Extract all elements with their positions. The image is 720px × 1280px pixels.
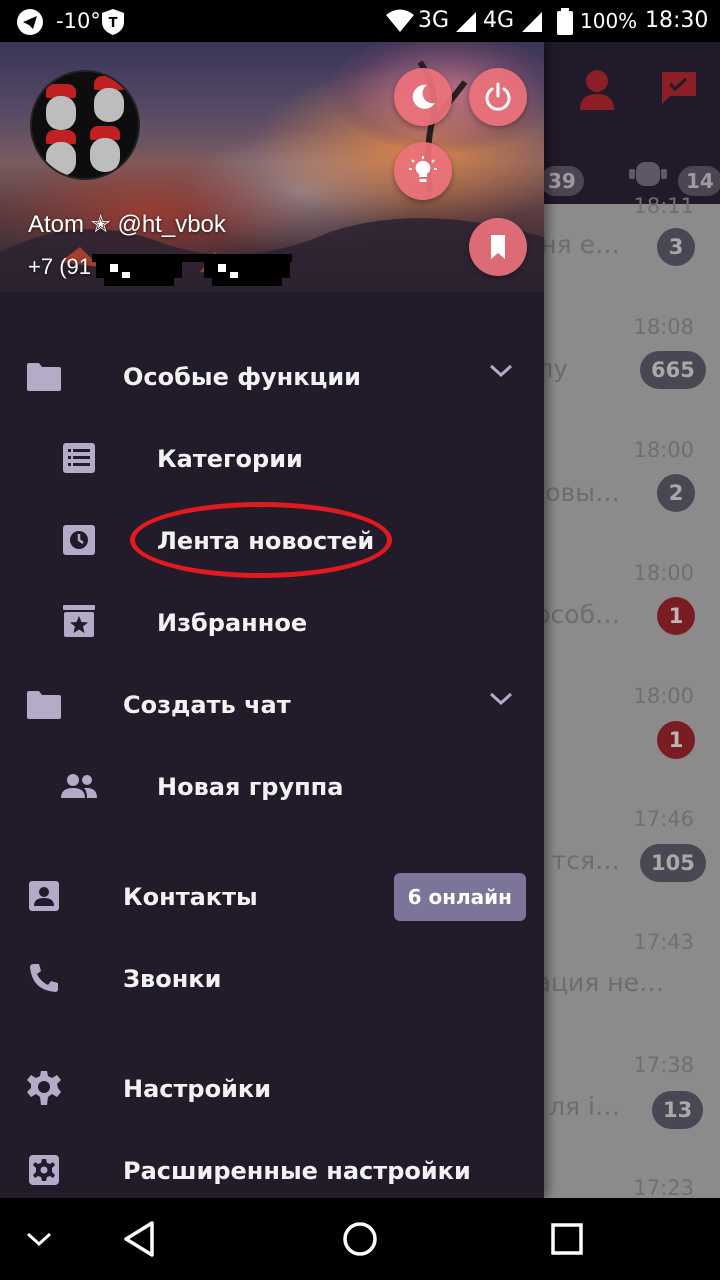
back-icon[interactable] (122, 1220, 158, 1258)
unread-badge: 3 (657, 228, 695, 266)
user-name: Atom ✭ @ht_vbok (28, 211, 226, 238)
unread-badge: 2 (657, 474, 695, 512)
battery-percent: 100% (580, 9, 638, 33)
settings-icon (27, 1071, 61, 1105)
menu-label: Настройки (123, 1075, 272, 1103)
chat-time: 18:11 (633, 194, 694, 218)
chevron-down-icon[interactable] (24, 1226, 54, 1252)
menu-section-create-chat[interactable]: Создать чат (0, 664, 544, 746)
temperature: -10° (56, 9, 101, 33)
drawer-header: Atom ✭ @ht_vbok +7 (91 (0, 42, 544, 292)
online-count-badge: 6 онлайн (393, 873, 526, 921)
battery-icon (557, 8, 573, 35)
chat-time: 18:08 (633, 315, 694, 339)
unread-badge: 1 (657, 721, 695, 759)
menu-label: Новая группа (157, 773, 344, 801)
chat-time: 17:46 (633, 807, 694, 831)
menu-item-advanced-settings[interactable]: Расширенные настройки (0, 1130, 544, 1198)
user-phone: +7 (91 (28, 254, 91, 279)
home-icon[interactable] (340, 1219, 380, 1259)
menu-label: Контакты (123, 883, 258, 911)
phone-icon (30, 964, 58, 992)
system-navigation-bar (0, 1198, 720, 1280)
power-icon (485, 82, 511, 111)
unread-badge: 1 (657, 597, 695, 635)
menu-label: Лента новостей (157, 527, 375, 555)
lightbulb-icon (409, 156, 437, 182)
bookmark-icon (491, 235, 505, 259)
svg-text:T: T (109, 16, 118, 31)
chat-time: 18:00 (633, 561, 694, 585)
chevron-down-icon[interactable] (488, 360, 514, 380)
chat-time: 17:23 (633, 1176, 694, 1198)
tab-badge: 39 (540, 166, 584, 196)
folder-icon (27, 691, 61, 719)
chat-time: 18:00 (633, 438, 694, 462)
saved-messages-button[interactable] (469, 218, 527, 276)
menu-label: Расширенные настройки (123, 1157, 471, 1185)
chat-time: 17:43 (633, 930, 694, 954)
menu-item-settings[interactable]: Настройки (0, 1048, 544, 1130)
menu-item-categories[interactable]: Категории (0, 418, 544, 500)
chat-time: 18:00 (633, 684, 694, 708)
menu-label: Категории (157, 445, 303, 473)
night-mode-icon (412, 84, 435, 109)
menu-item-contacts[interactable]: Контакты 6 онлайн (0, 856, 544, 938)
censor-glasses-sticker (92, 254, 292, 286)
navigation-drawer: Atom ✭ @ht_vbok +7 (91 Особые функции Ка… (0, 42, 544, 1198)
tab-badge: 14 (678, 166, 720, 196)
power-button[interactable] (469, 68, 527, 126)
menu-item-favorites[interactable]: Избранное (0, 582, 544, 664)
signal-icon (522, 12, 542, 32)
unread-badge: 105 (640, 844, 706, 882)
read-all-icon[interactable] (660, 70, 698, 106)
status-bar: -10° T 3G 4G 100% 18:30 (0, 0, 720, 42)
unread-badge: 13 (652, 1091, 704, 1129)
avatar[interactable] (30, 70, 140, 180)
menu-section-special-features[interactable]: Особые функции (0, 336, 544, 418)
wifi-icon (386, 9, 414, 32)
list-icon (63, 443, 95, 473)
recents-icon[interactable] (550, 1222, 584, 1256)
shield-t-icon: T (102, 9, 124, 35)
menu-item-new-group[interactable]: Новая группа (0, 746, 544, 828)
chevron-down-icon[interactable] (488, 688, 514, 708)
bot-icon[interactable] (628, 158, 668, 192)
advanced-settings-icon (29, 1155, 59, 1185)
profile-icon[interactable] (578, 68, 616, 110)
menu-label: Избранное (157, 609, 308, 637)
telegram-icon (17, 9, 43, 35)
menu-label: Особые функции (123, 363, 361, 391)
clock: 18:30 (645, 8, 709, 33)
network-3g: 3G (418, 8, 450, 33)
night-mode-button[interactable] (394, 68, 452, 126)
unread-badge: 665 (640, 351, 706, 389)
menu-label: Звонки (123, 965, 222, 993)
menu-label: Создать чат (123, 691, 291, 719)
folder-icon (27, 363, 61, 391)
chat-time: 17:38 (633, 1053, 694, 1077)
lightbulb-button[interactable] (394, 142, 452, 200)
signal-icon (456, 12, 476, 32)
network-4g: 4G (483, 8, 515, 33)
menu-item-news-feed[interactable]: Лента новостей (0, 500, 544, 582)
group-icon (61, 774, 97, 798)
menu-item-calls[interactable]: Звонки (0, 938, 544, 1020)
news-feed-icon (63, 525, 95, 555)
favorites-icon (63, 605, 95, 637)
contact-icon (29, 881, 59, 911)
